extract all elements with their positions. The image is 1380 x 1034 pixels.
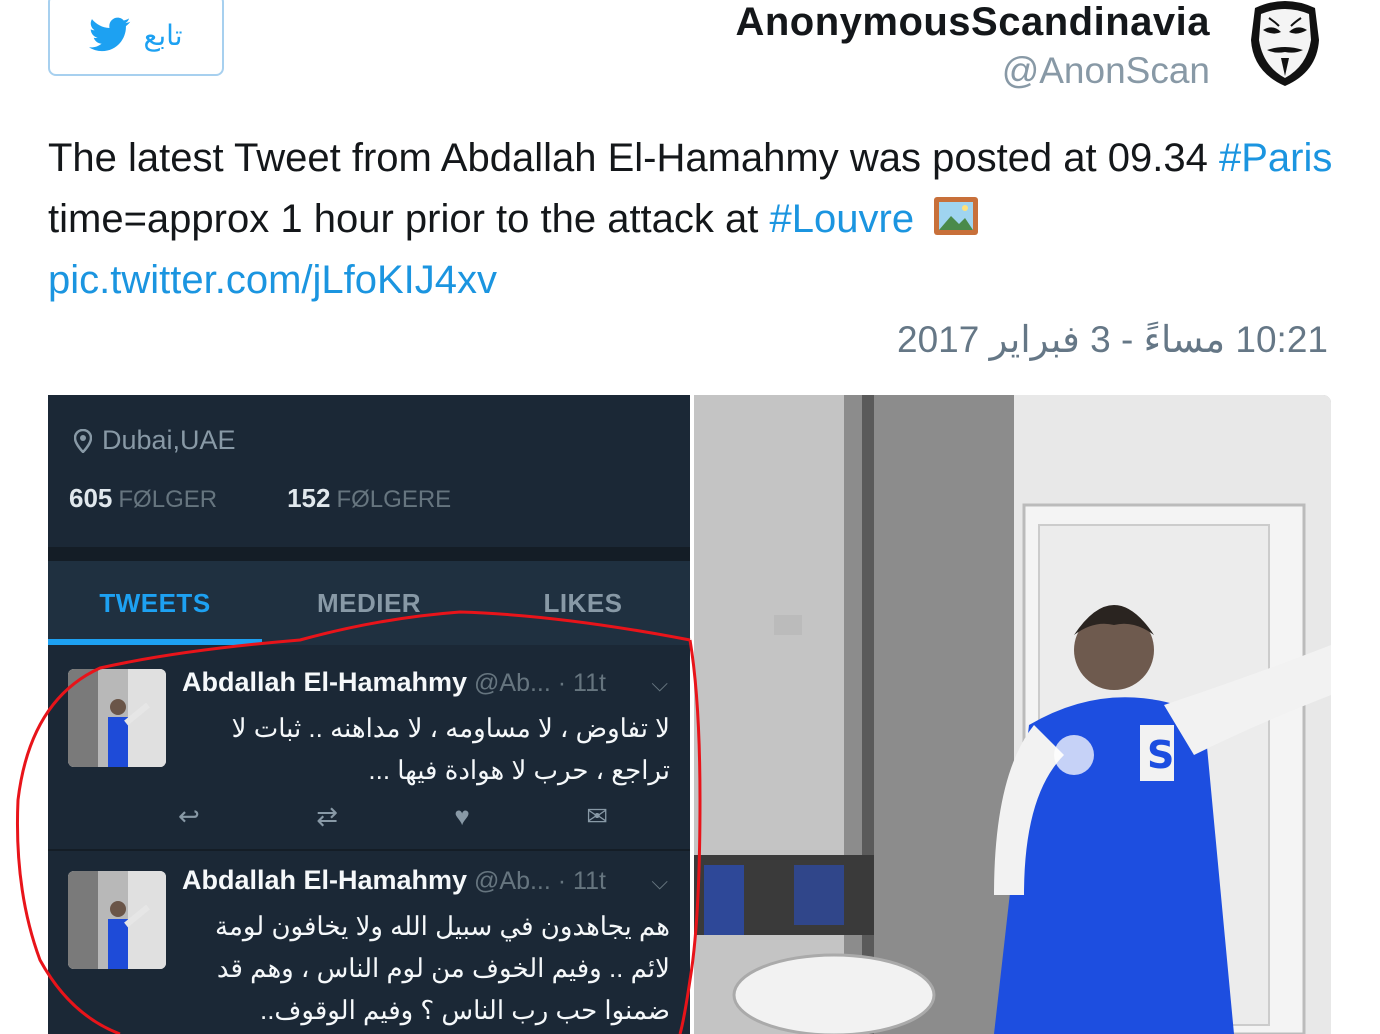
list-item[interactable]: Abdallah El-Hamahmy @Ab... · 11t ⌵ لا تف…: [48, 645, 690, 849]
chevron-down-icon[interactable]: ⌵: [651, 671, 668, 697]
location-pin-icon: [74, 428, 92, 453]
hashtag-paris[interactable]: #Paris: [1219, 136, 1332, 180]
heart-icon[interactable]: ♥: [454, 801, 469, 832]
framed-picture-icon: [934, 197, 979, 235]
avatar[interactable]: [1245, 0, 1325, 88]
retweet-icon[interactable]: ⇄: [316, 801, 338, 832]
tweet-actions: ↩ ⇄ ♥ ✉: [178, 801, 608, 832]
tab-tweets[interactable]: TWEETS: [48, 561, 262, 645]
media-profile-screenshot[interactable]: Dubai,UAE 605 FØLGER 152 FØLGERE TWEETS ME…: [48, 395, 690, 1034]
hashtag-louvre[interactable]: #Louvre: [770, 197, 915, 241]
profile-stats: 605 FØLGER 152 FØLGERE: [69, 483, 451, 514]
chevron-down-icon[interactable]: ⌵: [651, 869, 668, 895]
section-separator: [48, 547, 690, 561]
following-label: FØLGER: [118, 486, 218, 513]
media-photo[interactable]: S: [694, 395, 1331, 1034]
location: Dubai,UAE: [74, 425, 236, 456]
tweet-body: لا تفاوض ، لا مساومه ، لا مداهنه .. ثبات…: [231, 713, 670, 785]
location-text: Dubai,UAE: [102, 425, 236, 455]
followers-count: 152: [287, 483, 331, 513]
author-display-name[interactable]: AnonymousScandinavia: [735, 0, 1210, 44]
tweet-text: The latest Tweet from Abdallah El-Hamahm…: [48, 128, 1338, 311]
avatar[interactable]: [68, 871, 166, 969]
follow-label: تابع: [143, 18, 183, 52]
tweet-author-name[interactable]: Abdallah El-Hamahmy: [182, 865, 467, 895]
pic-link[interactable]: pic.twitter.com/jLfoKIJ4xv: [48, 258, 497, 302]
tab-likes[interactable]: LIKES: [476, 561, 690, 645]
list-item[interactable]: Abdallah El-Hamahmy @Ab... · 11t ⌵ هم يج…: [48, 851, 690, 1034]
envelope-icon[interactable]: ✉: [586, 801, 608, 832]
tweet-header: Abdallah El-Hamahmy @Ab... · 11t: [182, 865, 606, 896]
following-count: 605: [69, 483, 113, 513]
followers-label: FØLGERE: [336, 486, 452, 513]
author-block: AnonymousScandinavia @AnonScan: [735, 0, 1210, 96]
tweet-header: Abdallah El-Hamahmy @Ab... · 11t: [182, 667, 606, 698]
svg-text:S: S: [1147, 733, 1174, 777]
tweet-timestamp[interactable]: 10:21 مساءً - 3 فبراير 2017: [897, 318, 1328, 361]
tab-medier[interactable]: MEDIER: [262, 561, 476, 645]
profile-tabs: TWEETS MEDIER LIKES: [48, 561, 690, 645]
tweet-author-meta: @Ab... · 11t: [467, 669, 606, 697]
tweet-body: هم يجاهدون في سبيل الله ولا يخافون لومة …: [215, 911, 670, 1025]
following-stat[interactable]: 605 FØLGER: [69, 483, 217, 514]
author-handle[interactable]: @AnonScan: [735, 46, 1210, 96]
tweet-text-part2: time=approx 1 hour prior to the attack a…: [48, 197, 770, 241]
tweet-author-name[interactable]: Abdallah El-Hamahmy: [182, 667, 467, 697]
follow-button[interactable]: تابع: [48, 0, 224, 76]
followers-stat[interactable]: 152 FØLGERE: [287, 483, 451, 514]
twitter-bird-icon: [89, 17, 131, 52]
avatar[interactable]: [68, 669, 166, 767]
tweet-text-part1: The latest Tweet from Abdallah El-Hamahm…: [48, 136, 1219, 180]
reply-icon[interactable]: ↩: [178, 801, 200, 832]
tweet-author-meta: @Ab... · 11t: [467, 867, 606, 895]
